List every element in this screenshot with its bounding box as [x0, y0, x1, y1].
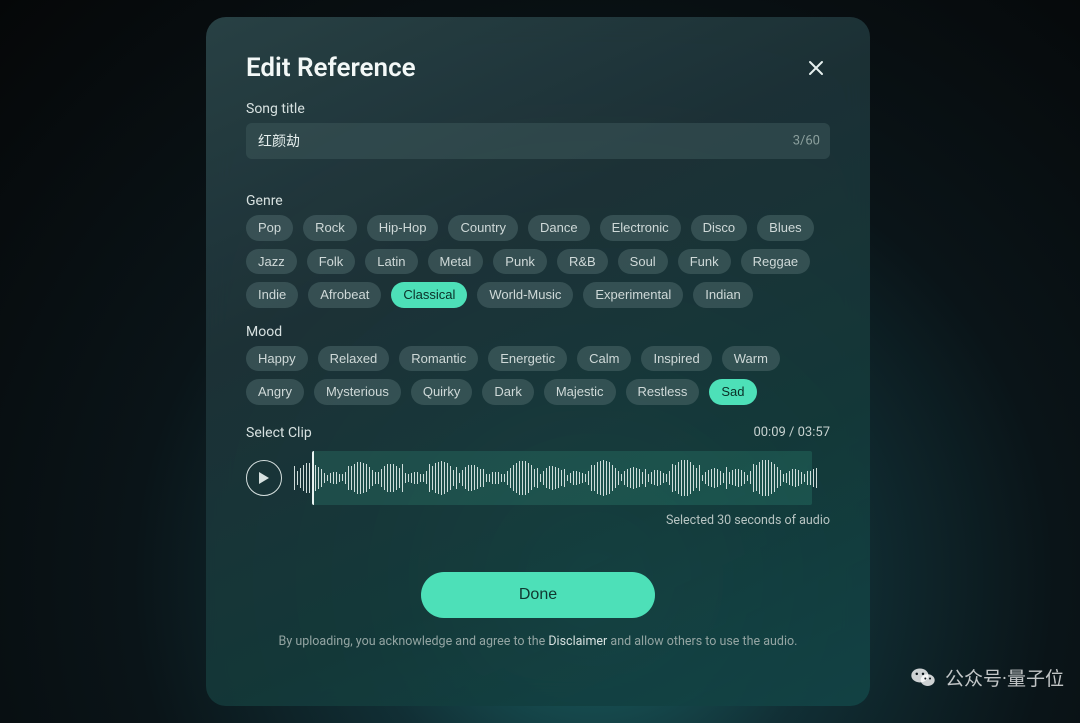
close-icon — [806, 58, 826, 78]
song-title-section: Song title 3/60 — [246, 101, 830, 177]
disclaimer-suffix: and allow others to use the audio. — [607, 634, 797, 649]
watermark-text: 公众号·量子位 — [945, 664, 1064, 691]
genre-chip[interactable]: Punk — [493, 249, 547, 275]
genre-chip[interactable]: Hip-Hop — [367, 215, 439, 241]
edit-reference-modal: Edit Reference Song title 3/60 Genre Pop… — [206, 17, 870, 706]
mood-chip-group: Happy Relaxed Romantic Energetic Calm Inspire… — [246, 346, 830, 405]
genre-chip[interactable]: Reggae — [741, 249, 811, 275]
watermark: 公众号·量子位 — [909, 663, 1064, 691]
genre-chip[interactable]: Metal — [428, 249, 484, 275]
genre-chip[interactable]: Folk — [307, 249, 356, 275]
mood-chip[interactable]: Angry — [246, 379, 304, 405]
genre-chip[interactable]: Country — [448, 215, 518, 241]
genre-chip[interactable]: Latin — [365, 249, 417, 275]
genre-chip[interactable]: R&B — [557, 249, 608, 275]
genre-section: Genre Pop Rock Hip-Hop Country Dance Electron… — [246, 193, 830, 308]
genre-chip[interactable]: Experimental — [583, 282, 683, 308]
clip-time: 00:09 / 03:57 — [753, 425, 830, 440]
mood-chip[interactable]: Energetic — [488, 346, 567, 372]
mood-chip[interactable]: Romantic — [399, 346, 478, 372]
play-button[interactable] — [246, 460, 282, 496]
genre-chip[interactable]: Pop — [246, 215, 293, 241]
done-row: Done — [246, 572, 830, 618]
genre-label: Genre — [246, 193, 830, 209]
play-icon — [258, 471, 270, 485]
mood-chip[interactable]: Relaxed — [318, 346, 390, 372]
modal-title: Edit Reference — [246, 53, 416, 83]
wechat-icon — [909, 663, 937, 691]
mood-chip[interactable]: Mysterious — [314, 379, 401, 405]
song-title-label: Song title — [246, 101, 830, 117]
waveform-bars — [294, 451, 830, 505]
genre-chip[interactable]: Indian — [693, 282, 752, 308]
song-title-input-wrap: 3/60 — [246, 123, 830, 159]
genre-chip[interactable]: Indie — [246, 282, 298, 308]
genre-chip[interactable]: Electronic — [600, 215, 681, 241]
close-button[interactable] — [802, 54, 830, 82]
disclaimer-link[interactable]: Disclaimer — [548, 634, 607, 649]
genre-chip[interactable]: Funk — [678, 249, 731, 275]
mood-chip[interactable]: Majestic — [544, 379, 616, 405]
mood-chip[interactable]: Restless — [626, 379, 700, 405]
clip-selection-text: Selected 30 seconds of audio — [246, 513, 830, 528]
done-button[interactable]: Done — [421, 572, 655, 618]
select-clip-label: Select Clip — [246, 425, 312, 441]
genre-chip[interactable]: Disco — [691, 215, 748, 241]
genre-chip[interactable]: Blues — [757, 215, 814, 241]
mood-chip[interactable]: Inspired — [641, 346, 711, 372]
genre-chip[interactable]: Afrobeat — [308, 282, 381, 308]
genre-chip[interactable]: Rock — [303, 215, 357, 241]
genre-chip-group: Pop Rock Hip-Hop Country Dance Electronic Disc… — [246, 215, 830, 308]
song-title-char-count: 3/60 — [793, 134, 820, 149]
clip-row — [246, 451, 830, 505]
select-clip-section: Select Clip 00:09 / 03:57 Selected 30 se… — [246, 421, 830, 528]
disclaimer-prefix: By uploading, you acknowledge and agree … — [279, 634, 549, 649]
mood-chip[interactable]: Happy — [246, 346, 308, 372]
genre-chip[interactable]: World-Music — [477, 282, 573, 308]
mood-chip[interactable]: Dark — [482, 379, 533, 405]
mood-label: Mood — [246, 324, 830, 340]
modal-header: Edit Reference — [246, 53, 830, 83]
mood-chip[interactable]: Quirky — [411, 379, 473, 405]
genre-chip[interactable]: Classical — [391, 282, 467, 308]
genre-chip[interactable]: Soul — [618, 249, 668, 275]
waveform[interactable] — [294, 451, 830, 505]
mood-section: Mood Happy Relaxed Romantic Energetic Calm In… — [246, 324, 830, 405]
clip-header: Select Clip 00:09 / 03:57 — [246, 425, 830, 441]
genre-chip[interactable]: Jazz — [246, 249, 297, 275]
mood-chip[interactable]: Warm — [722, 346, 780, 372]
mood-chip[interactable]: Calm — [577, 346, 631, 372]
disclaimer-text: By uploading, you acknowledge and agree … — [246, 634, 830, 649]
mood-chip[interactable]: Sad — [709, 379, 756, 405]
song-title-input[interactable] — [246, 123, 830, 159]
genre-chip[interactable]: Dance — [528, 215, 590, 241]
